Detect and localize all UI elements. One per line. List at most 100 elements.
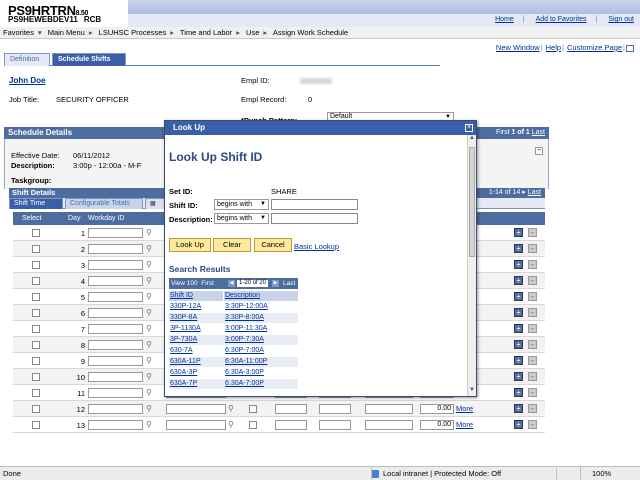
shiftid-input[interactable] — [271, 199, 358, 210]
start-time-input[interactable] — [275, 404, 307, 414]
employee-name[interactable]: John Doe — [9, 76, 45, 85]
result-row[interactable]: 3P-1130A 3:00P-11:30A — [169, 324, 298, 334]
delete-row-icon[interactable]: − — [528, 228, 537, 237]
description-input[interactable] — [271, 213, 358, 224]
scroll-thumb[interactable] — [469, 147, 475, 257]
result-row[interactable]: 330P-8A 3:30P-8:00A — [169, 313, 298, 323]
cancel-button[interactable]: Cancel — [254, 238, 292, 252]
workday-id-input[interactable] — [88, 388, 143, 398]
workday-id-input[interactable] — [88, 244, 143, 254]
row-select-checkbox[interactable] — [32, 421, 40, 429]
tab-schedule-shifts[interactable]: Schedule Shifts — [52, 53, 126, 66]
result-row[interactable]: 630-7A 6:30P-7:00A — [169, 346, 298, 356]
workday-id-input[interactable] — [88, 324, 143, 334]
nav-lsuhsc[interactable]: LSUHSC Processes — [99, 28, 167, 37]
search-icon[interactable]: ⚲ — [146, 388, 152, 397]
row-select-checkbox[interactable] — [32, 373, 40, 381]
delete-row-icon[interactable]: − — [528, 340, 537, 349]
schedule-hours-input[interactable] — [365, 420, 413, 430]
hours-value[interactable]: 0.00 — [420, 404, 454, 414]
more-link[interactable]: More — [456, 404, 473, 413]
scroll-up-icon[interactable]: ▲ — [468, 135, 476, 144]
row-select-checkbox[interactable] — [32, 309, 40, 317]
workday-id-input[interactable] — [88, 276, 143, 286]
workday-id-input[interactable] — [88, 260, 143, 270]
delete-row-icon[interactable]: − — [528, 276, 537, 285]
search-icon[interactable]: ⚲ — [146, 340, 152, 349]
schedule-last-link[interactable]: Last — [532, 129, 545, 136]
workday-id-input[interactable] — [88, 308, 143, 318]
result-row[interactable]: 330P-12A 3:30P-12:00A — [169, 302, 298, 312]
add-row-icon[interactable]: + — [514, 404, 523, 413]
shift-id-input[interactable] — [166, 404, 226, 414]
view-100-link[interactable]: View 100 — [171, 280, 198, 287]
hours-value[interactable]: 0.00 — [420, 420, 454, 430]
result-description-link[interactable]: 3:30P-8:00A — [225, 313, 264, 323]
next-arrow-icon[interactable]: ▶ — [272, 280, 279, 287]
search-icon[interactable]: ⚲ — [146, 260, 152, 269]
offset-checkbox[interactable] — [249, 421, 257, 429]
search-icon[interactable]: ⚲ — [228, 420, 234, 429]
search-icon[interactable]: ⚲ — [146, 420, 152, 429]
result-shift-id-link[interactable]: 630A-11P — [170, 357, 201, 367]
result-shift-id-link[interactable]: 3P-730A — [170, 335, 197, 345]
col-shift-id[interactable]: Shift ID — [169, 291, 223, 301]
delete-row-icon[interactable]: − — [528, 404, 537, 413]
add-row-icon[interactable]: + — [514, 292, 523, 301]
offset-checkbox[interactable] — [249, 405, 257, 413]
search-icon[interactable]: ⚲ — [146, 404, 152, 413]
result-description-link[interactable]: 3:00P-7:30A — [225, 335, 264, 345]
delete-row-icon[interactable]: − — [528, 308, 537, 317]
help-link[interactable]: Help — [546, 43, 561, 52]
search-icon[interactable]: ⚲ — [146, 292, 152, 301]
row-select-checkbox[interactable] — [32, 341, 40, 349]
search-icon[interactable]: ⚲ — [146, 308, 152, 317]
row-select-checkbox[interactable] — [32, 325, 40, 333]
workday-id-input[interactable] — [88, 420, 143, 430]
shift-id-input[interactable] — [166, 420, 226, 430]
add-row-icon[interactable]: + — [514, 324, 523, 333]
search-icon[interactable]: ⚲ — [146, 276, 152, 285]
result-description-link[interactable]: 3:30P-12:00A — [225, 302, 268, 312]
end-time-input[interactable] — [319, 420, 351, 430]
search-icon[interactable]: ⚲ — [146, 372, 152, 381]
add-row-icon[interactable]: + — [514, 372, 523, 381]
row-select-checkbox[interactable] — [32, 277, 40, 285]
customize-page-link[interactable]: Customize Page — [567, 43, 622, 52]
row-select-checkbox[interactable] — [32, 389, 40, 397]
result-shift-id-link[interactable]: 630A-7P — [170, 379, 197, 389]
search-icon[interactable]: ⚲ — [146, 244, 152, 253]
dialog-scrollbar[interactable]: ▲ ▼ — [467, 135, 476, 396]
add-row-icon[interactable]: + — [514, 228, 523, 237]
new-window-link[interactable]: New Window — [496, 43, 540, 52]
delete-row-icon[interactable]: − — [528, 388, 537, 397]
delete-row-icon[interactable]: − — [528, 244, 537, 253]
delete-row-icon[interactable]: − — [528, 324, 537, 333]
add-favorites-link[interactable]: Add to Favorites — [536, 16, 587, 23]
home-link[interactable]: Home — [495, 16, 514, 23]
result-shift-id-link[interactable]: 630A-3P — [170, 368, 197, 378]
search-icon[interactable]: ⚲ — [146, 356, 152, 365]
add-row-icon[interactable]: + — [514, 420, 523, 429]
result-row[interactable]: 630A-7P 6:30A-7:00P — [169, 379, 298, 389]
start-time-input[interactable] — [275, 420, 307, 430]
description-operator-select[interactable]: begins with ▼ — [214, 213, 269, 224]
add-row-icon[interactable]: + — [514, 244, 523, 253]
nav-favorites[interactable]: Favorites — [3, 28, 34, 37]
nav-use[interactable]: Use — [246, 28, 259, 37]
workday-id-input[interactable] — [88, 228, 143, 238]
result-description-link[interactable]: 6:30A-7:00P — [225, 379, 264, 389]
workday-id-input[interactable] — [88, 356, 143, 366]
result-shift-id-link[interactable]: 330P-8A — [170, 313, 197, 323]
add-row-icon[interactable]: + — [514, 340, 523, 349]
row-select-checkbox[interactable] — [32, 357, 40, 365]
result-description-link[interactable]: 6:30P-7:00A — [225, 346, 264, 356]
shiftid-operator-select[interactable]: begins with ▼ — [214, 199, 269, 210]
row-select-checkbox[interactable] — [32, 405, 40, 413]
close-icon[interactable]: × — [465, 124, 473, 132]
search-icon[interactable]: ⚲ — [228, 404, 234, 413]
result-row[interactable]: 630A-3P 6:30A-3:00P — [169, 368, 298, 378]
add-row-icon[interactable]: + — [514, 276, 523, 285]
search-icon[interactable]: ⚲ — [146, 324, 152, 333]
end-time-input[interactable] — [319, 404, 351, 414]
